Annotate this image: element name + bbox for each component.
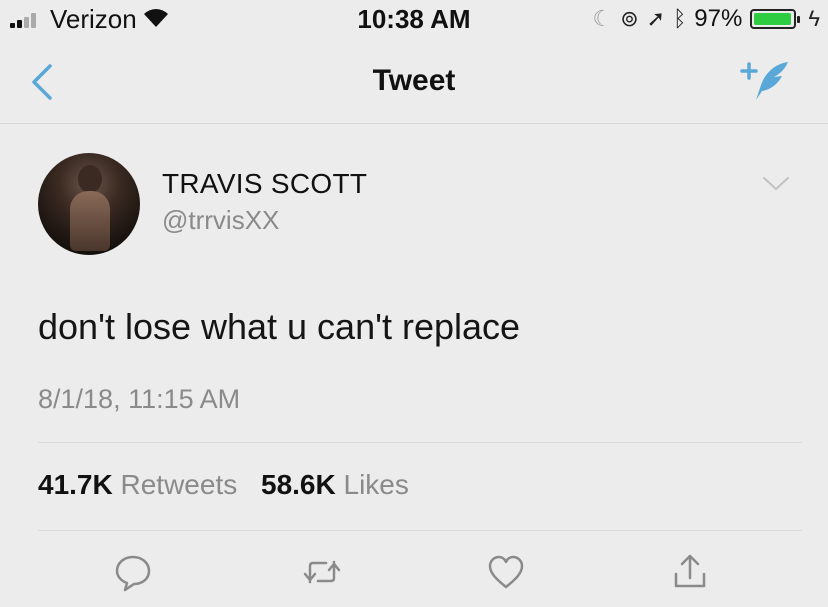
tweet-text: don't lose what u can't replace: [38, 306, 521, 347]
likes-label[interactable]: Likes: [344, 469, 409, 500]
tweet-stats: 41.7K Retweets 58.6K Likes: [38, 469, 425, 501]
moon-icon: ☾: [592, 6, 613, 31]
bluetooth-icon: ᛒ: [673, 6, 687, 31]
page-title: Tweet: [372, 64, 456, 97]
compose-tweet-icon[interactable]: [740, 58, 792, 102]
status-right-group: ☾ ⊚ ➚ ᛒ 97% ϟ: [592, 4, 820, 34]
divider: [38, 530, 802, 531]
retweets-count[interactable]: 41.7K: [38, 469, 113, 500]
avatar[interactable]: [38, 153, 140, 255]
retweets-label[interactable]: Retweets: [121, 469, 238, 500]
retweet-icon[interactable]: [302, 552, 342, 592]
location-icon: ➚: [646, 6, 666, 31]
charging-icon: ϟ: [808, 6, 820, 31]
like-icon[interactable]: [486, 552, 526, 592]
share-icon[interactable]: [670, 552, 710, 592]
author-handle[interactable]: @trrvisXX: [162, 205, 279, 236]
reply-icon[interactable]: [113, 552, 153, 592]
battery-percent: 97%: [694, 5, 743, 32]
chevron-down-icon[interactable]: [762, 176, 790, 192]
nav-bar: Tweet: [0, 40, 828, 124]
battery-icon: [750, 9, 801, 29]
tweet-timestamp: 8/1/18, 11:15 AM: [38, 384, 241, 414]
status-bar: Verizon 10:38 AM ☾ ⊚ ➚ ᛒ 97% ϟ: [0, 0, 828, 36]
lock-rotation-icon: ⊚: [620, 6, 639, 31]
likes-count[interactable]: 58.6K: [261, 469, 336, 500]
divider: [38, 442, 802, 443]
author-name[interactable]: TRAVIS SCOTT: [162, 168, 367, 200]
